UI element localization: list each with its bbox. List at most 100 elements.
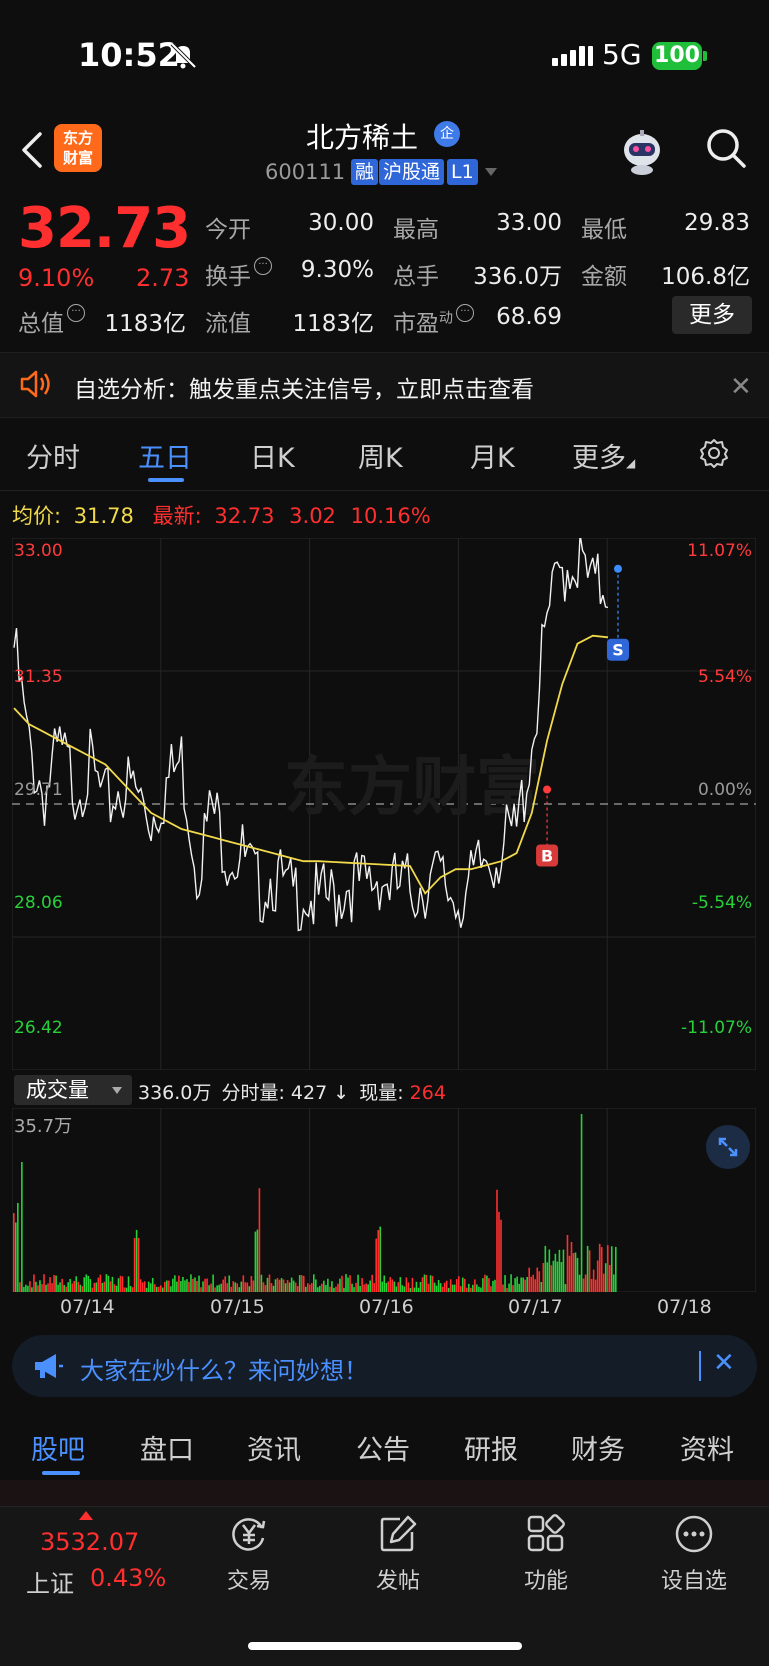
grid-icon[interactable] <box>526 1514 566 1554</box>
volume-bar <box>135 1229 138 1292</box>
volume-bar <box>63 1284 65 1292</box>
app-logo[interactable]: 东方财富 <box>54 124 102 172</box>
volume-bar <box>516 1276 518 1292</box>
volume-chart[interactable] <box>12 1108 756 1292</box>
volume-bar <box>319 1285 321 1292</box>
latest-label: 最新: <box>152 504 202 528</box>
volume-bar <box>371 1274 373 1292</box>
index-percent[interactable]: 0.43% <box>90 1564 166 1592</box>
price-tick-label: 29.71 <box>14 780 63 800</box>
nav-add-watchlist[interactable]: 设自选 <box>644 1563 744 1595</box>
volume-bar <box>329 1286 331 1292</box>
volume-bar <box>333 1287 335 1292</box>
volume-bar <box>47 1283 49 1292</box>
volume-bar <box>423 1274 426 1292</box>
volume-bar <box>127 1276 130 1292</box>
volume-bar <box>155 1286 158 1292</box>
compose-icon[interactable] <box>378 1514 418 1554</box>
volume-bar <box>451 1284 454 1292</box>
tab-financials[interactable]: 财务 <box>571 1428 625 1467</box>
turnover-label: 换手 ··· <box>205 257 272 291</box>
close-icon[interactable]: ✕ <box>713 1348 735 1378</box>
volume-bar <box>463 1278 466 1292</box>
volume-bar <box>164 1281 166 1292</box>
tab-profile[interactable]: 资料 <box>680 1428 734 1467</box>
volume-bar <box>536 1267 539 1292</box>
market-cap-label: 总值 ··· <box>18 304 85 338</box>
volume-bar <box>466 1287 468 1292</box>
volume-bar <box>556 1261 559 1292</box>
volume-bar <box>39 1280 41 1292</box>
sell-marker-label: S <box>612 641 624 660</box>
current-volume-value: 264 <box>409 1082 446 1104</box>
more-circle-icon[interactable] <box>674 1514 714 1554</box>
volume-bar <box>266 1277 269 1292</box>
volume-bar <box>574 1252 577 1292</box>
divider <box>699 1351 701 1381</box>
volume-bar <box>540 1281 543 1292</box>
tab-research[interactable]: 研报 <box>464 1428 518 1467</box>
volume-bar <box>339 1278 341 1292</box>
megaphone-icon <box>35 1354 63 1378</box>
five-day-price-chart[interactable]: 东方财富 B S 33.00 31.35 29.71 28.06 26.42 11.07% 5.5… <box>12 538 756 1070</box>
volume-bar <box>488 1278 490 1292</box>
volume-bar <box>508 1283 510 1292</box>
volume-bar <box>111 1276 114 1292</box>
volume-bar <box>548 1249 551 1292</box>
volume-bar <box>566 1234 569 1292</box>
volume-bar <box>457 1276 460 1292</box>
open-value: 30.00 <box>308 210 374 236</box>
volume-bar <box>389 1277 392 1292</box>
volume-bar <box>331 1281 333 1292</box>
back-icon[interactable] <box>18 128 48 172</box>
active-tab-indicator <box>42 1471 80 1475</box>
chevron-down-icon <box>112 1087 122 1094</box>
tab-more[interactable]: 更多◢ <box>572 436 635 475</box>
tab-intraday[interactable]: 分时 <box>26 436 80 475</box>
volume-bar <box>278 1279 281 1292</box>
tab-five-day[interactable]: 五日 <box>138 436 192 475</box>
volume-bar <box>262 1282 265 1292</box>
volume-bar <box>198 1275 200 1292</box>
close-icon[interactable]: ✕ <box>730 372 752 402</box>
volume-bar <box>610 1246 613 1292</box>
code-dropdown-icon[interactable] <box>485 168 497 176</box>
info-icon[interactable]: ··· <box>67 304 85 322</box>
more-button[interactable]: 更多 <box>672 296 752 334</box>
volume-bar <box>113 1284 116 1292</box>
divider <box>0 490 769 491</box>
notice-text[interactable]: 自选分析：触发重点关注信号，立即点击查看 <box>74 370 534 404</box>
banner-text[interactable]: 大家在炒什么？来问妙想！ <box>80 1351 368 1386</box>
volume-bar <box>409 1287 412 1292</box>
index-value[interactable]: 3532.07 <box>40 1528 139 1556</box>
nav-functions[interactable]: 功能 <box>496 1563 596 1595</box>
tab-announcements[interactable]: 公告 <box>356 1428 410 1467</box>
nav-trade[interactable]: 交易 <box>199 1563 299 1595</box>
pct-tick-label: 0.00% <box>698 780 752 800</box>
tab-daily-k[interactable]: 日K <box>250 436 295 475</box>
assistant-robot-icon[interactable] <box>617 126 667 176</box>
tab-monthly-k[interactable]: 月K <box>470 436 515 475</box>
search-icon[interactable] <box>704 126 748 170</box>
turnover-label-text: 换手 <box>205 264 251 290</box>
volume-bar <box>614 1246 617 1292</box>
volume-bar <box>357 1274 359 1292</box>
price-line <box>13 538 609 932</box>
tab-guba[interactable]: 股吧 <box>31 1428 85 1467</box>
info-icon[interactable]: ··· <box>456 304 474 322</box>
tab-news[interactable]: 资讯 <box>247 1428 301 1467</box>
volume-bar <box>192 1278 194 1292</box>
open-label: 今开 <box>205 217 251 243</box>
tab-weekly-k[interactable]: 周K <box>358 436 403 475</box>
expand-button[interactable] <box>706 1125 750 1169</box>
gear-icon[interactable] <box>698 437 730 469</box>
index-name[interactable]: 上证 <box>26 1564 74 1599</box>
volume-bar <box>180 1281 182 1292</box>
volume-bar <box>586 1245 589 1292</box>
volume-bar <box>321 1283 323 1292</box>
volume-bar <box>238 1287 241 1292</box>
price-tick-label: 31.35 <box>14 667 63 687</box>
yen-exchange-icon[interactable] <box>229 1514 269 1554</box>
tab-order-book[interactable]: 盘口 <box>140 1428 194 1467</box>
nav-post[interactable]: 发帖 <box>348 1563 448 1595</box>
